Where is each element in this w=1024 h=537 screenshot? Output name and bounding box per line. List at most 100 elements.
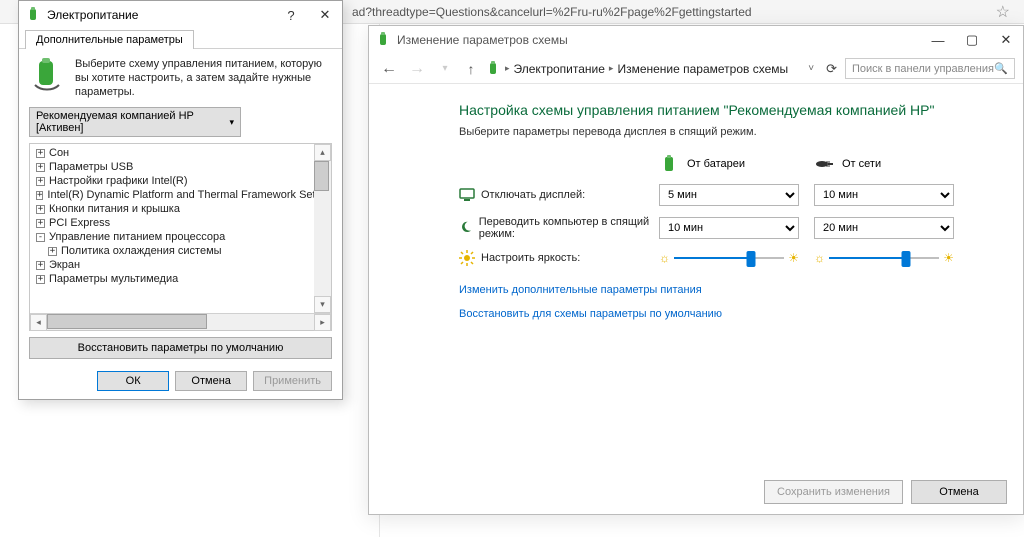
expand-icon[interactable]: + xyxy=(36,163,45,172)
close-button[interactable]: ✕ xyxy=(989,28,1023,52)
nav-up-icon[interactable]: ↑ xyxy=(461,61,481,77)
sleep-battery-select[interactable]: 10 мин xyxy=(659,217,799,239)
page-heading: Настройка схемы управления питанием "Рек… xyxy=(459,102,995,118)
save-button[interactable]: Сохранить изменения xyxy=(764,480,903,504)
tree-item[interactable]: + Кнопки питания и крышка xyxy=(30,202,314,216)
tree-item[interactable]: + Настройки графики Intel(R) xyxy=(30,174,314,188)
link-restore-defaults[interactable]: Восстановить для схемы параметры по умол… xyxy=(459,308,995,320)
expand-icon[interactable]: + xyxy=(48,247,57,256)
power-plan-dropdown[interactable]: Рекомендуемая компанией HP [Активен] ▾ xyxy=(29,107,241,137)
tree-item[interactable]: + Политика охлаждения системы xyxy=(30,244,314,258)
page-subtext: Выберите параметры перевода дисплея в сп… xyxy=(459,126,995,138)
row-sleep-label: Переводить компьютер в спящий режим: xyxy=(479,216,659,240)
minimize-button[interactable]: — xyxy=(921,28,955,52)
bookmark-star-icon[interactable]: ☆ xyxy=(990,2,1016,22)
expand-icon[interactable]: + xyxy=(36,205,45,214)
tree-item[interactable]: + Экран xyxy=(30,258,314,272)
scroll-thumb[interactable] xyxy=(314,161,329,191)
cancel-button[interactable]: Отмена xyxy=(911,480,1007,504)
expand-icon[interactable]: + xyxy=(36,219,45,228)
dialog-titlebar[interactable]: Электропитание ? ✕ xyxy=(19,1,342,29)
scroll-up-arrow[interactable]: ▴ xyxy=(314,144,331,161)
tab-strip: Дополнительные параметры xyxy=(19,29,342,49)
brightness-battery-slider[interactable] xyxy=(674,250,784,266)
brightness-icon xyxy=(459,250,475,266)
breadcrumb[interactable]: ▸ Электропитание ▸ Изменение параметров … xyxy=(485,61,800,77)
display-battery-select[interactable]: 5 мин xyxy=(659,184,799,206)
nav-back-icon[interactable]: ← xyxy=(377,60,401,78)
tree-item-label: Кнопки питания и крышка xyxy=(49,203,180,215)
scroll-left-arrow[interactable]: ◂ xyxy=(30,314,47,331)
breadcrumb-history-chevron-icon[interactable]: ˅ xyxy=(804,63,818,74)
collapse-icon[interactable]: - xyxy=(36,233,45,242)
tab-advanced[interactable]: Дополнительные параметры xyxy=(25,30,194,49)
battery-plug-icon xyxy=(29,57,65,93)
link-advanced-settings[interactable]: Изменить дополнительные параметры питани… xyxy=(459,284,995,296)
tree-item-label: Экран xyxy=(49,259,80,271)
sun-dim-icon: ☼ xyxy=(659,251,670,265)
battery-icon xyxy=(659,154,679,174)
tree-item-label: Настройки графики Intel(R) xyxy=(49,175,188,187)
restore-defaults-button[interactable]: Восстановить параметры по умолчанию xyxy=(29,337,332,359)
settings-tree[interactable]: + Сон + Параметры USB + Настройки графики Int… xyxy=(30,144,331,313)
scroll-down-arrow[interactable]: ▾ xyxy=(314,296,331,313)
close-button[interactable]: ✕ xyxy=(308,3,342,27)
search-input[interactable]: Поиск в панели управления 🔍 xyxy=(845,58,1015,79)
tree-vscrollbar[interactable]: ▴ ▾ xyxy=(314,144,331,313)
nav-forward-icon[interactable]: → xyxy=(405,60,429,78)
cancel-button[interactable]: Отмена xyxy=(175,371,247,391)
expand-icon[interactable]: + xyxy=(36,261,45,270)
tree-item-label: Управление питанием процессора xyxy=(49,231,225,243)
tree-item-label: Политика охлаждения системы xyxy=(61,245,222,257)
sun-bright-icon: ☀ xyxy=(943,251,954,265)
scroll-thumb[interactable] xyxy=(47,314,207,329)
display-ac-select[interactable]: 10 мин xyxy=(814,184,954,206)
tree-item-label: Intel(R) Dynamic Platform and Thermal Fr… xyxy=(47,189,327,201)
display-icon xyxy=(459,187,475,203)
chevron-down-icon: ▾ xyxy=(229,117,234,128)
tree-item[interactable]: + PCI Express xyxy=(30,216,314,230)
power-icon xyxy=(25,7,41,23)
refresh-icon[interactable]: ⟳ xyxy=(822,61,841,77)
tree-item[interactable]: + Сон xyxy=(30,146,314,160)
url-fragment: ad?threadtype=Questions&cancelurl=%2Fru-… xyxy=(352,5,990,19)
tree-item[interactable]: + Параметры USB xyxy=(30,160,314,174)
expand-icon[interactable]: + xyxy=(36,149,45,158)
power-icon xyxy=(485,61,501,77)
breadcrumb-item[interactable]: Электропитание xyxy=(514,62,605,76)
search-placeholder: Поиск в панели управления xyxy=(852,63,994,75)
apply-button[interactable]: Применить xyxy=(253,371,332,391)
window-titlebar[interactable]: Изменение параметров схемы — ▢ ✕ xyxy=(369,26,1023,54)
expand-icon[interactable]: + xyxy=(36,275,45,284)
edit-plan-window: Изменение параметров схемы — ▢ ✕ ← → ▾ ↑… xyxy=(368,25,1024,515)
expand-icon[interactable]: + xyxy=(36,177,45,186)
sun-dim-icon: ☼ xyxy=(814,251,825,265)
help-button[interactable]: ? xyxy=(274,3,308,27)
power-advanced-dialog: Электропитание ? ✕ Дополнительные параме… xyxy=(18,0,343,400)
ok-button[interactable]: ОК xyxy=(97,371,169,391)
chevron-right-icon: ▸ xyxy=(505,63,510,74)
column-battery-label: От батареи xyxy=(687,158,745,170)
tree-item-label: Сон xyxy=(49,147,69,159)
plug-icon xyxy=(814,154,834,174)
brightness-ac-slider[interactable] xyxy=(829,250,939,266)
row-brightness-label: Настроить яркость: xyxy=(481,252,580,264)
tree-hscrollbar[interactable]: ◂ ▸ xyxy=(30,313,331,330)
dialog-intro-text: Выберите схему управления питанием, кото… xyxy=(75,57,332,99)
search-icon: 🔍 xyxy=(994,62,1008,75)
nav-recent-chevron-icon[interactable]: ▾ xyxy=(433,63,457,74)
explorer-toolbar: ← → ▾ ↑ ▸ Электропитание ▸ Изменение пар… xyxy=(369,54,1023,84)
sleep-ac-select[interactable]: 20 мин xyxy=(814,217,954,239)
sleep-icon xyxy=(459,220,473,236)
tree-item-label: Параметры USB xyxy=(49,161,133,173)
tree-item-label: PCI Express xyxy=(49,217,110,229)
breadcrumb-item[interactable]: Изменение параметров схемы xyxy=(617,62,788,76)
tree-item[interactable]: +Параметры мультимедиа xyxy=(30,272,314,286)
tree-item[interactable]: +Intel(R) Dynamic Platform and Thermal F… xyxy=(30,188,314,202)
tree-item[interactable]: -Управление питанием процессора xyxy=(30,230,314,244)
maximize-button[interactable]: ▢ xyxy=(955,28,989,52)
expand-icon[interactable]: + xyxy=(36,191,43,200)
column-ac-label: От сети xyxy=(842,158,881,170)
scroll-right-arrow[interactable]: ▸ xyxy=(314,314,331,331)
dialog-title: Электропитание xyxy=(47,8,274,22)
